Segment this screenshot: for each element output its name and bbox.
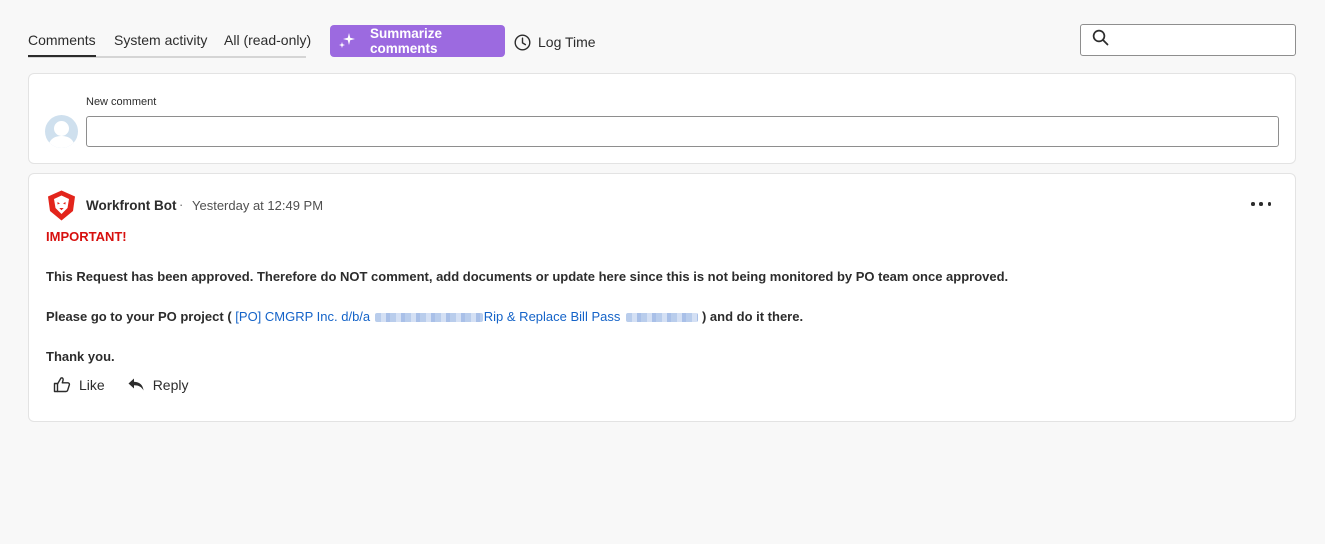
redacted-text (374, 313, 483, 323)
like-label: Like (79, 376, 105, 393)
project-link-part: Rip & Replace Bill Pass (483, 309, 621, 324)
search-icon (1092, 29, 1109, 51)
tab-list: Comments System activity All (read-only) (28, 24, 311, 58)
body-suffix: ) and do it there. (701, 309, 804, 324)
like-button[interactable]: Like (53, 376, 105, 393)
avatar (45, 115, 78, 148)
clock-icon (514, 33, 531, 51)
summarize-comments-label: Summarize comments (370, 26, 443, 56)
search-field[interactable] (1080, 24, 1296, 56)
search-input[interactable] (1115, 26, 1295, 54)
tab-all-read-only[interactable]: All (read-only) (224, 32, 311, 48)
reply-icon (128, 378, 144, 391)
new-comment-input[interactable] (86, 116, 1279, 147)
log-time-label: Log Time (538, 34, 596, 50)
summarize-comments-button[interactable]: Summarize comments (330, 25, 505, 57)
comments-toolbar: Comments System activity All (read-only)… (28, 24, 1296, 58)
new-comment-card: New comment (28, 73, 1296, 164)
redacted-text (626, 313, 699, 323)
body-prefix: Please go to your PO project ( (46, 309, 232, 324)
tab-system-activity[interactable]: System activity (114, 32, 207, 48)
reply-label: Reply (152, 376, 189, 393)
thumbs-up-icon (53, 377, 71, 393)
workfront-bot-avatar-icon (46, 190, 77, 221)
reply-button[interactable]: Reply (127, 376, 189, 393)
project-link[interactable]: [PO] CMGRP Inc. d/b/a Rip & Replace Bill… (235, 309, 702, 324)
more-options-button[interactable] (1251, 196, 1271, 212)
comment-item: Workfront Bot · Yesterday at 12:49 PM IM… (28, 173, 1296, 422)
project-link-part: [PO] CMGRP Inc. d/b/a (235, 309, 371, 324)
comment-timestamp: Yesterday at 12:49 PM (192, 198, 324, 213)
sparkle-icon (338, 32, 356, 50)
comment-body-line: This Request has been approved. Therefor… (46, 269, 1009, 284)
more-dot-icon (1251, 202, 1255, 206)
meta-separator: · (179, 197, 184, 212)
important-label: IMPORTANT! (46, 229, 127, 244)
more-dot-icon (1267, 202, 1271, 206)
comment-body-line: Thank you. (46, 349, 115, 364)
log-time-button[interactable]: Log Time (514, 32, 596, 52)
tab-comments[interactable]: Comments (28, 32, 96, 57)
new-comment-label: New comment (86, 96, 157, 108)
more-dot-icon (1259, 202, 1263, 206)
comment-actions: Like Reply (53, 376, 210, 393)
comment-author: Workfront Bot (86, 198, 177, 213)
comment-body-line: Please go to your PO project ( [PO] CMGR… (46, 309, 803, 324)
